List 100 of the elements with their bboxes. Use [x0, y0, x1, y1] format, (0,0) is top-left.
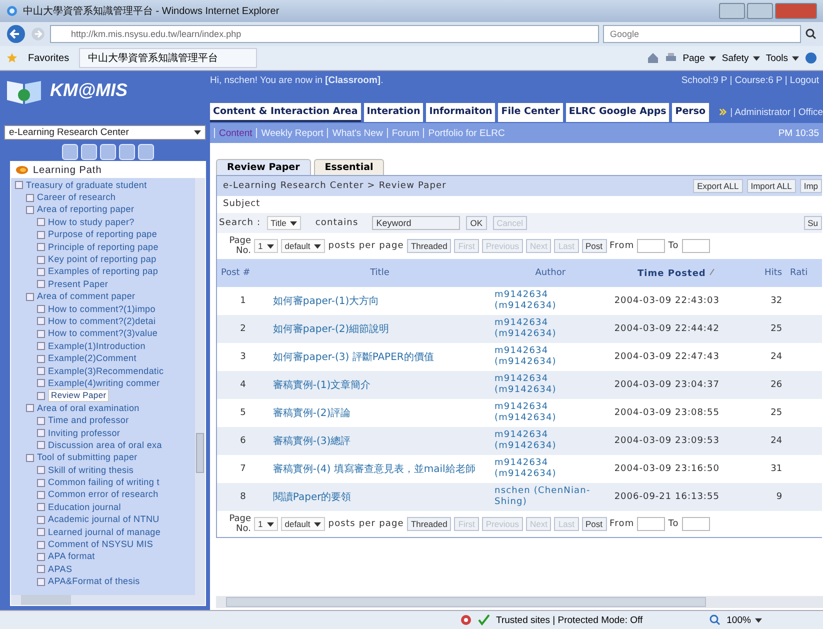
post-title-link[interactable]: 如何審paper-(3) 評斷PAPER的價值 [268, 352, 491, 362]
page-select[interactable]: 1 [254, 517, 278, 531]
nav-tab[interactable]: Interation [364, 102, 424, 122]
pager-button[interactable]: Threaded [406, 239, 452, 253]
author-link[interactable]: m9142634 (m9142634) [490, 346, 610, 368]
printer-icon[interactable] [664, 52, 677, 64]
tree-item[interactable]: Area of comment paper [37, 291, 136, 302]
tree-item[interactable]: Education journal [48, 502, 121, 513]
nav-tab[interactable]: File Center [498, 102, 563, 122]
zoom-level[interactable]: 100% [726, 614, 762, 626]
tree-item[interactable]: Academic journal of NTNU [48, 514, 160, 526]
node-icon[interactable] [37, 490, 45, 499]
tree-item[interactable]: Treasury of graduate student [26, 180, 147, 191]
search-field[interactable]: Google [603, 25, 801, 43]
column-header[interactable]: Rati [786, 268, 822, 278]
keyword-field[interactable]: Keyword [372, 216, 460, 230]
node-icon[interactable] [37, 392, 45, 400]
node-icon[interactable] [26, 404, 34, 412]
tree-item[interactable]: Present Paper [48, 278, 108, 290]
author-link[interactable]: m9142634 (m9142634) [490, 290, 610, 312]
minimize-button[interactable] [719, 3, 745, 19]
tree-item[interactable]: Comment of NSYSU MIS [48, 539, 154, 550]
node-icon[interactable] [26, 194, 34, 202]
action-button[interactable]: Import ALL [746, 179, 796, 193]
tree-item[interactable]: How to comment?(1)impo [48, 304, 156, 315]
tree-item[interactable]: How to comment?(3)value [48, 328, 158, 340]
scrollbar[interactable] [11, 595, 205, 605]
subnav-link[interactable]: Portfolio for ELRC [428, 128, 505, 138]
node-icon[interactable] [37, 441, 45, 450]
node-icon[interactable] [37, 367, 45, 376]
node-icon[interactable] [37, 379, 45, 388]
zoom-icon[interactable] [708, 614, 721, 626]
address-field[interactable]: http://km.mis.nsysu.edu.tw/learn/index.php [50, 25, 599, 43]
node-icon[interactable] [37, 230, 45, 239]
post-title-link[interactable]: 審稿實例-(1)文章簡介 [268, 380, 491, 390]
nav-tab[interactable]: Perso [672, 102, 709, 122]
from-field[interactable] [637, 239, 666, 253]
author-link[interactable]: m9142634 (m9142634) [490, 374, 610, 396]
tree-item[interactable]: Examples of reporting pap [48, 266, 158, 278]
node-icon[interactable] [37, 552, 45, 561]
column-header[interactable]: Time Posted [610, 268, 742, 278]
column-header[interactable]: Hits [742, 268, 786, 278]
user-info-links[interactable]: School:9 P | Course:6 P | Logout [681, 75, 819, 101]
author-link[interactable]: m9142634 (m9142634) [490, 458, 610, 480]
node-icon[interactable] [26, 454, 34, 462]
pager-button[interactable]: Post [582, 239, 607, 253]
tree-item[interactable]: Tool of submitting paper [37, 452, 138, 464]
search-icon[interactable] [805, 28, 817, 40]
node-icon[interactable] [37, 416, 45, 425]
action-button[interactable]: Imp [800, 179, 822, 193]
tree-item[interactable]: Inviting professor [48, 428, 120, 438]
nav-tab[interactable]: Content & Interaction Area [210, 102, 361, 122]
per-page-select[interactable]: default [280, 239, 326, 253]
from-field[interactable] [637, 517, 666, 531]
node-icon[interactable] [37, 503, 45, 512]
tree-item[interactable]: Common failing of writing t [48, 477, 160, 488]
tree-item[interactable]: APAS [48, 564, 72, 575]
subnav-link[interactable]: What's New [332, 128, 383, 138]
node-icon[interactable] [37, 280, 45, 288]
tree-item[interactable]: How to comment?(2)detai [48, 316, 156, 327]
tree-item[interactable]: Review Paper [48, 389, 110, 402]
node-icon[interactable] [37, 218, 45, 226]
tree-item[interactable]: Example(1)Introduction [48, 340, 146, 352]
column-header[interactable]: Title [268, 268, 491, 278]
node-icon[interactable] [37, 528, 45, 536]
node-icon[interactable] [37, 466, 45, 474]
command-menu[interactable]: Page [682, 52, 716, 64]
tree-item[interactable]: Learned journal of manage [48, 526, 161, 538]
toolbar-icon[interactable] [62, 144, 78, 160]
column-header[interactable]: Author [490, 268, 610, 278]
browser-tab[interactable]: 中山大學資管系知識管理平台 [79, 48, 258, 68]
tree-item[interactable]: Discussion area of oral exa [48, 440, 162, 451]
pager-button[interactable]: Threaded [406, 517, 452, 531]
content-tab[interactable]: Review Paper [216, 159, 311, 175]
post-title-link[interactable]: 閱讀Paper的要領 [268, 492, 491, 502]
toolbar-icon[interactable] [119, 144, 135, 160]
star-icon[interactable] [6, 52, 18, 64]
tree-item[interactable]: Purpose of reporting pape [48, 229, 158, 240]
nav-tab[interactable]: ELRC Google Apps [566, 102, 670, 122]
node-icon[interactable] [37, 516, 45, 524]
column-header[interactable]: Post # [217, 268, 269, 278]
toolbar-icon[interactable] [100, 144, 116, 160]
field-select[interactable]: Title [266, 216, 302, 230]
post-title-link[interactable]: 如何審paper-(2)細節說明 [268, 324, 491, 334]
more-arrow-icon[interactable] [718, 107, 728, 117]
favorites-button[interactable]: Favorites [24, 50, 74, 66]
author-link[interactable]: m9142634 (m9142634) [490, 402, 610, 424]
maximize-button[interactable] [747, 3, 773, 19]
post-title-link[interactable]: 審稿實例-(3)總評 [268, 436, 491, 446]
toolbar-icon[interactable] [81, 144, 97, 160]
node-icon[interactable] [37, 565, 45, 574]
node-icon[interactable] [37, 305, 45, 314]
course-select[interactable]: e-Learning Research Center [4, 125, 206, 140]
node-icon[interactable] [15, 181, 23, 190]
pager-button[interactable]: Post [582, 517, 607, 531]
tree-item[interactable]: APA&Format of thesis [48, 576, 140, 588]
scrollbar[interactable] [195, 178, 205, 595]
tree-item[interactable]: Key point of reporting pap [48, 254, 156, 266]
post-title-link[interactable]: 審稿實例-(4) 填寫審查意見表，並mail給老師 [268, 464, 491, 474]
node-icon[interactable] [26, 292, 34, 301]
